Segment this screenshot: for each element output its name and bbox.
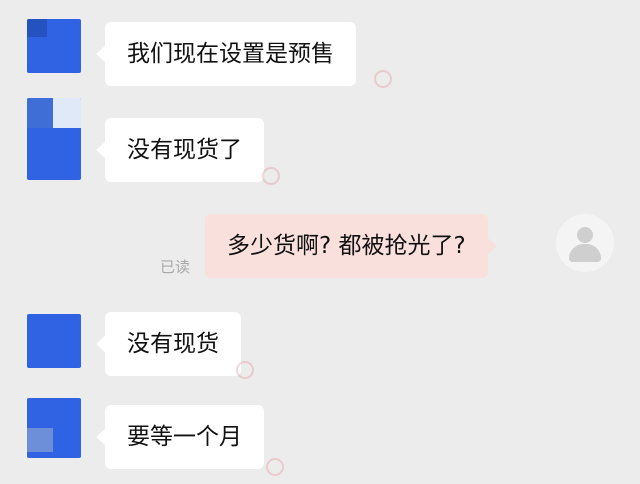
contact-avatar[interactable] [27,19,81,73]
chat-conversation: 我们现在设置是预售 没有现货了 已读 多少货啊? 都被抢光了? 没有现货 要等一… [0,0,640,484]
message-text: 没有现货 [127,331,219,357]
message-bubble-incoming[interactable]: 没有现货了 [96,118,264,182]
self-avatar[interactable] [556,214,614,272]
message-bubble-incoming[interactable]: 要等一个月 [96,405,264,469]
message-bubble-outgoing[interactable]: 多少货啊? 都被抢光了? [205,214,497,278]
message-text: 要等一个月 [127,424,242,450]
message-text: 我们现在设置是预售 [127,41,334,67]
contact-avatar[interactable] [27,398,81,458]
read-status: 已读 [160,258,191,276]
contact-avatar[interactable] [27,98,81,180]
watermark-icon [266,458,284,476]
contact-avatar[interactable] [27,314,81,368]
watermark-icon [374,70,392,88]
message-bubble-incoming[interactable]: 没有现货 [96,312,241,376]
message-text: 多少货啊? 都被抢光了? [227,233,466,259]
default-user-avatar-icon [577,227,593,243]
watermark-icon [262,167,280,185]
watermark-icon [236,361,254,379]
message-text: 没有现货了 [127,137,242,163]
message-bubble-incoming[interactable]: 我们现在设置是预售 [96,22,356,86]
